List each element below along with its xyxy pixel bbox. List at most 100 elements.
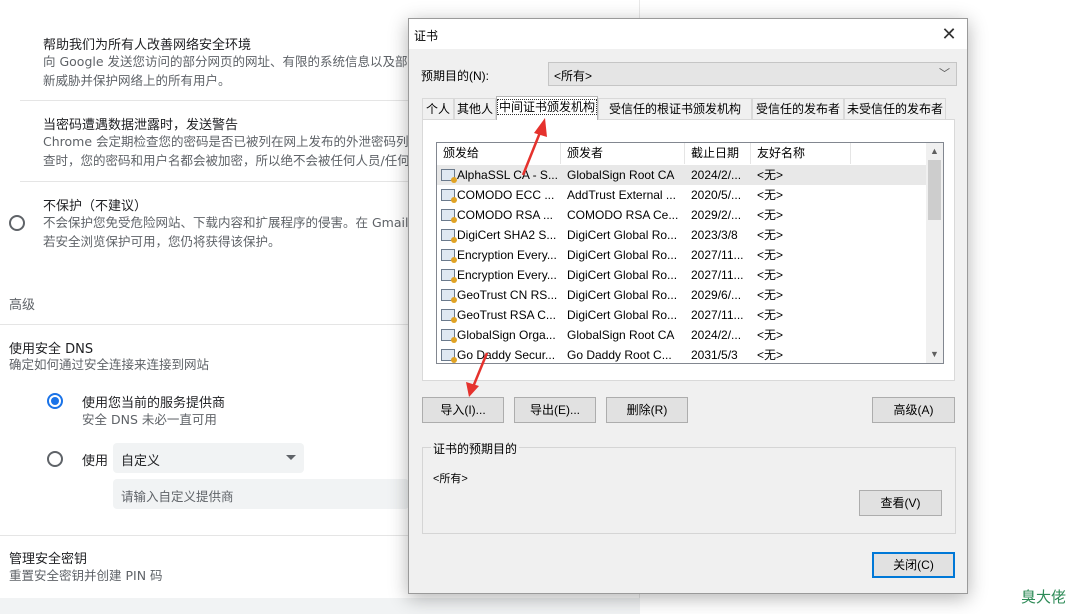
dns-current-provider-radio[interactable]: [47, 393, 63, 409]
column-header-friendly-name[interactable]: 友好名称: [751, 143, 851, 164]
dns-provider-select[interactable]: 自定义: [113, 443, 304, 473]
cell-friendly-name: <无>: [757, 208, 784, 222]
dns-custom-provider-input[interactable]: 请输入自定义提供商: [113, 479, 409, 509]
cell-issued-to: GeoTrust RSA C...: [457, 308, 556, 322]
list-scrollbar[interactable]: ▲ ▼: [926, 143, 943, 363]
export-button[interactable]: 导出(E)...: [514, 397, 596, 423]
table-row[interactable]: GeoTrust RSA C... DigiCert Global Ro... 20…: [437, 305, 927, 325]
column-header-issued-to[interactable]: 颁发给: [437, 143, 561, 164]
tab-label: 中间证书颁发机构: [497, 99, 598, 115]
intended-purpose-select[interactable]: <所有> ﹀: [548, 62, 957, 86]
dns-current-provider-label: 使用您当前的服务提供商: [82, 396, 226, 411]
divider: [20, 181, 408, 182]
cell-friendly-name: <无>: [757, 228, 784, 242]
certificate-list[interactable]: 颁发给 颁发者 截止日期 友好名称 AlphaSSL CA - S... Glob…: [436, 142, 944, 364]
table-row[interactable]: Go Daddy Secur... Go Daddy Root C... 2031/…: [437, 345, 927, 363]
cell-expiration: 2029/6/...: [691, 288, 742, 302]
cell-issued-by: DigiCert Global Ro...: [567, 268, 678, 282]
tab-personal[interactable]: 个人: [422, 98, 454, 119]
no-protection-desc-line2: 若安全浏览保护可用，您仍将获得该保护。: [43, 234, 281, 249]
close-icon[interactable]: ✕: [931, 19, 967, 49]
certificate-icon: [441, 169, 457, 183]
cell-friendly-name: <无>: [757, 168, 784, 182]
cell-issued-by: DigiCert Global Ro...: [567, 288, 678, 302]
cell-friendly-name: <无>: [757, 328, 784, 342]
cell-issued-to: Encryption Every...: [457, 248, 557, 262]
remove-button[interactable]: 删除(R): [606, 397, 688, 423]
no-protection-desc-line1: 不会保护您免受危险网站、下载内容和扩展程序的侵害。在 Gmail 和: [43, 215, 425, 230]
dns-custom-radio[interactable]: [47, 451, 63, 467]
tab-label: 个人: [425, 102, 450, 116]
cell-expiration: 2027/11...: [691, 248, 744, 262]
cell-expiration: 2029/2/...: [691, 208, 742, 222]
column-header-expiration[interactable]: 截止日期: [685, 143, 751, 164]
certificate-icon: [441, 349, 457, 363]
scroll-down-icon[interactable]: ▼: [926, 346, 943, 363]
view-button[interactable]: 查看(V): [859, 490, 942, 516]
security-keys-title: 管理安全密钥: [9, 552, 88, 567]
password-warning-title: 当密码遭遇数据泄露时，发送警告: [43, 118, 239, 133]
intended-purpose-value: <所有>: [554, 69, 593, 83]
table-row[interactable]: COMODO RSA ... COMODO RSA Ce... 2029/2/...…: [437, 205, 927, 225]
cell-issued-by: GlobalSign Root CA: [567, 168, 675, 182]
table-row[interactable]: COMODO ECC ... AddTrust External ... 2020/…: [437, 185, 927, 205]
import-button[interactable]: 导入(I)...: [422, 397, 504, 423]
advanced-button[interactable]: 高级(A): [872, 397, 955, 423]
certificate-icon: [441, 209, 457, 223]
cell-issued-by: Go Daddy Root C...: [567, 348, 672, 362]
certificate-icon: [441, 229, 457, 243]
cell-issued-to: AlphaSSL CA - S...: [457, 168, 558, 182]
intended-purpose-label: 预期目的(N):: [421, 69, 489, 83]
dns-current-provider-desc: 安全 DNS 未必一直可用: [82, 412, 217, 427]
cell-issued-to: Encryption Every...: [457, 268, 557, 282]
tab-other-people[interactable]: 其他人: [454, 98, 496, 119]
tab-intermediate-ca[interactable]: 中间证书颁发机构: [496, 96, 598, 120]
certificate-icon: [441, 289, 457, 303]
dns-provider-value: 自定义: [121, 454, 161, 469]
cell-expiration: 2031/5/3: [691, 348, 738, 362]
dialog-title: 证书: [414, 29, 439, 43]
scroll-up-icon[interactable]: ▲: [926, 143, 943, 160]
cell-issued-to: GlobalSign Orga...: [457, 328, 556, 342]
bottom-scroll-area: [0, 598, 640, 614]
tab-trusted-root-ca[interactable]: 受信任的根证书颁发机构: [598, 98, 752, 119]
cell-issued-to: COMODO ECC ...: [457, 188, 555, 202]
certificates-dialog: 证书 ✕ 预期目的(N): <所有> ﹀ 个人 其他人 中间证书颁发机构 受信任…: [408, 18, 968, 594]
dropdown-caret-icon: [286, 455, 296, 460]
table-row[interactable]: GlobalSign Orga... GlobalSign Root CA 2024…: [437, 325, 927, 345]
tab-label: 受信任的根证书颁发机构: [608, 102, 741, 116]
table-row[interactable]: DigiCert SHA2 S... DigiCert Global Ro... 2…: [437, 225, 927, 245]
scroll-thumb[interactable]: [928, 160, 941, 220]
tab-untrusted-publishers[interactable]: 未受信任的发布者: [844, 98, 946, 119]
security-keys-desc: 重置安全密钥并创建 PIN 码: [9, 568, 163, 583]
divider: [20, 100, 408, 101]
list-header: 颁发给 颁发者 截止日期 友好名称: [437, 143, 937, 164]
table-row[interactable]: GeoTrust CN RS... DigiCert Global Ro... 20…: [437, 285, 927, 305]
cell-expiration: 2024/2/...: [691, 168, 742, 182]
dns-use-label: 使用: [82, 454, 109, 469]
cell-expiration: 2027/11...: [691, 268, 744, 282]
intended-purposes-group-label: 证书的预期目的: [431, 440, 520, 457]
watermark-text: 臭大佬: [1021, 588, 1067, 606]
cell-expiration: 2024/2/...: [691, 328, 742, 342]
tab-trusted-publishers[interactable]: 受信任的发布者: [752, 98, 844, 119]
cell-issued-by: DigiCert Global Ro...: [567, 248, 678, 262]
cell-issued-to: Go Daddy Secur...: [457, 348, 556, 362]
divider: [0, 324, 408, 325]
table-row[interactable]: Encryption Every... DigiCert Global Ro...…: [437, 245, 927, 265]
cell-friendly-name: <无>: [757, 268, 784, 282]
help-improve-title: 帮助我们为所有人改善网络安全环境: [43, 38, 252, 53]
table-row[interactable]: AlphaSSL CA - S... GlobalSign Root CA 2024…: [437, 165, 927, 185]
close-button[interactable]: 关闭(C): [872, 552, 955, 578]
certificate-icon: [441, 189, 457, 203]
password-warning-desc-line2: 查时，您的密码和用户名都会被加密，所以绝不会被任何人员/任何: [43, 153, 410, 168]
no-protection-radio[interactable]: [9, 215, 25, 231]
cell-friendly-name: <无>: [757, 348, 784, 362]
dialog-titlebar: 证书 ✕: [409, 19, 967, 49]
table-row[interactable]: Encryption Every... DigiCert Global Ro...…: [437, 265, 927, 285]
tab-label: 未受信任的发布者: [846, 102, 943, 116]
cell-friendly-name: <无>: [757, 188, 784, 202]
certificate-icon: [441, 329, 457, 343]
cell-issued-by: AddTrust External ...: [567, 188, 676, 202]
column-header-issued-by[interactable]: 颁发者: [561, 143, 685, 164]
